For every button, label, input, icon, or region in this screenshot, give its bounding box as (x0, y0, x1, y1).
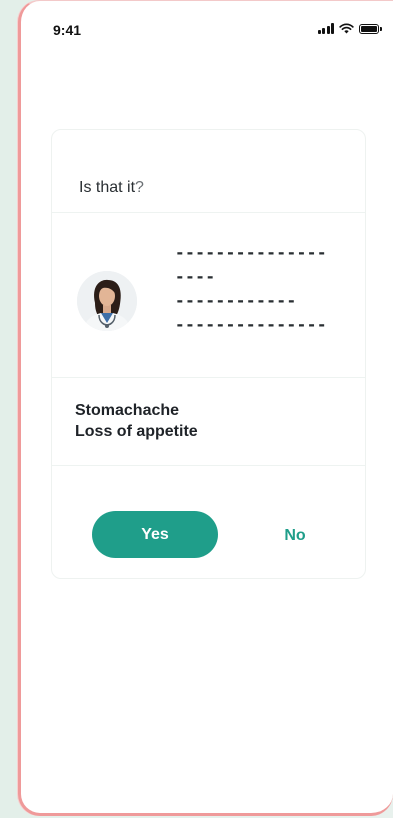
card-title: Is that it? (79, 179, 144, 196)
wifi-icon (339, 23, 354, 34)
confirmation-card: Is that it? --------------- ---- -------… (51, 129, 366, 579)
card-header: Is that it? (52, 130, 365, 213)
symptom-item: Loss of appetite (75, 423, 198, 440)
placeholder-line: ---- (175, 267, 216, 286)
signal-icon (317, 23, 334, 34)
status-icons (317, 23, 382, 34)
phone-screen: 9:41 Is that it? --------------- ---- --… (18, 0, 393, 816)
no-button[interactable]: No (270, 516, 320, 556)
battery-icon (359, 23, 382, 34)
status-time: 9:41 (53, 22, 82, 38)
doctor-row: --------------- ---- ------------ ------… (52, 213, 365, 378)
doctor-avatar (77, 271, 137, 331)
doctor-avatar-image (77, 271, 137, 331)
yes-button[interactable]: Yes (92, 511, 218, 558)
symptom-item: Stomachache (75, 402, 180, 419)
card-actions: Yes No (52, 466, 365, 578)
placeholder-line: --------------- (175, 315, 327, 334)
doctor-placeholder-text: --------------- ---- ------------ ------… (175, 241, 327, 337)
symptoms-list: Stomachache Loss of appetite (52, 378, 365, 466)
placeholder-line: ------------ (175, 291, 297, 310)
status-bar: 9:41 (21, 1, 393, 57)
placeholder-line: --------------- (175, 243, 327, 262)
